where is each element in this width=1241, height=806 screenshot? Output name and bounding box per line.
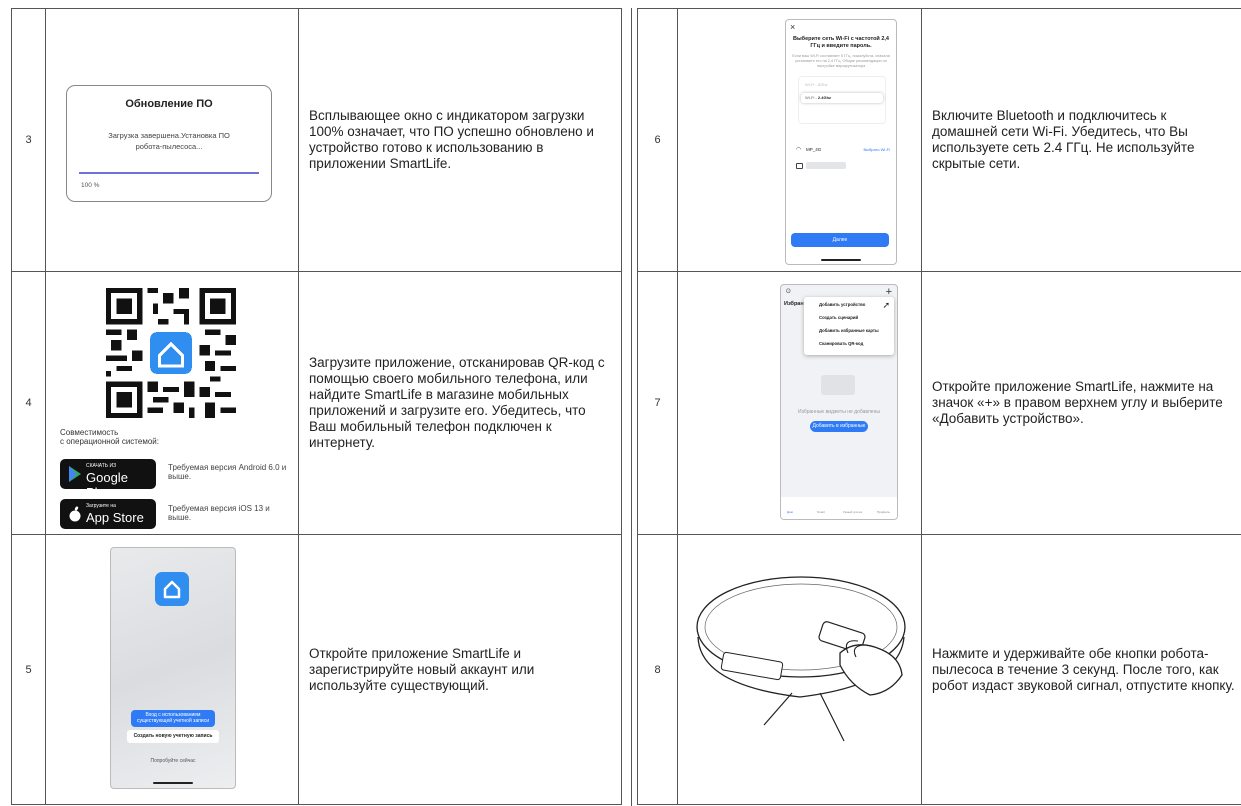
step-image-robot <box>677 534 922 805</box>
phone-home-screen: ʘ + Избранное Добавить устройство Создат… <box>780 284 898 520</box>
compat-text: Совместимость с операционной системой: <box>60 428 159 446</box>
android-requirement: Требуемая версия Android 6.0 и выше. <box>168 463 287 481</box>
popup-message: Загрузка завершена.Установка ПО робота-п… <box>108 131 230 151</box>
login-existing-button[interactable]: Вход с использованием существующей учетн… <box>131 710 215 727</box>
step-number: 4 <box>11 271 46 535</box>
menu-scan-qr[interactable]: Сканировать QR-код <box>819 341 863 346</box>
step-number: 5 <box>11 534 46 805</box>
apple-icon <box>69 506 81 522</box>
home-indicator <box>153 782 193 784</box>
qr-code <box>106 288 236 418</box>
wifi-network-name: MP_4G <box>806 147 822 152</box>
phone-login-screen: Вход с использованием существующей учетн… <box>110 547 236 789</box>
google-play-badge[interactable]: СКАЧАТЬ ИЗ Google Play <box>60 459 156 500</box>
ios-requirement: Требуемая версия iOS 13 и выше. <box>168 504 270 522</box>
user-icon[interactable]: ʘ <box>786 289 791 295</box>
home-indicator <box>821 259 861 261</box>
next-button[interactable]: Далее <box>791 233 889 247</box>
step-number: 6 <box>637 8 678 272</box>
step-description: Нажмите и удерживайте обе кнопки робота-… <box>921 534 1241 805</box>
google-play-icon <box>69 466 81 482</box>
step-description: Откройте приложение SmartLife и зарегист… <box>298 534 622 805</box>
add-menu: Добавить устройство Создать сценарий Доб… <box>804 297 894 355</box>
try-now-link[interactable]: Попробуйте сейчас <box>111 758 235 764</box>
phone-wifi-screen: × Выберите сеть Wi-Fi с частотой 2,4 ГГц… <box>785 19 897 265</box>
tab-home[interactable]: Дом <box>787 510 793 514</box>
tab-smart[interactable]: Smart <box>817 510 825 514</box>
password-field[interactable] <box>806 162 846 169</box>
table-row: 4 Совместимость с операционной системой: <box>11 271 622 535</box>
wifi-icon: ◠ <box>796 147 802 153</box>
app-store-badge[interactable]: Загрузите на App Store <box>60 499 156 529</box>
table-row: 7 ʘ + Избранное Добавить устройство Созд… <box>637 271 1241 535</box>
wifi-24ghz-row: Wi-Fi - 2.4Ghz <box>801 93 883 103</box>
step-image-add-device: ʘ + Избранное Добавить устройство Создат… <box>677 271 922 535</box>
robot-vacuum-illustration <box>696 576 906 742</box>
table-row: 6 × Выберите сеть Wi-Fi с частотой 2,4 Г… <box>637 8 1241 272</box>
wifi-illustration: Wi-Fi - 5Ghz Wi-Fi - 2.4Ghz <box>798 76 886 124</box>
add-favorites-button[interactable]: Добавить в избранные <box>810 421 868 432</box>
step-description: Включите Bluetooth и подключитесь к дома… <box>921 8 1241 272</box>
menu-add-device[interactable]: Добавить устройство <box>819 302 865 307</box>
instructions-table-right: 6 × Выберите сеть Wi-Fi с частотой 2,4 Г… <box>637 8 1241 805</box>
progress-label: 100 % <box>81 182 100 189</box>
wifi-5ghz-row: Wi-Fi - 5Ghz <box>805 82 828 87</box>
empty-favorites-text: Избранные виджеты не добавлены <box>798 409 880 415</box>
choose-wifi-link[interactable]: Выбрать Wi-Fi <box>863 147 890 152</box>
cursor-icon: ➚ <box>882 300 890 310</box>
tab-profile[interactable]: Профиль <box>877 510 890 514</box>
progress-bar <box>79 172 259 174</box>
step-description: Всплывающее окно с индикатором загрузки … <box>298 8 622 272</box>
step-image-update: Обновление ПО Загрузка завершена.Установ… <box>45 8 299 272</box>
step-image-download: Совместимость с операционной системой: С… <box>45 271 299 535</box>
step-description: Загрузите приложение, отсканировав QR-ко… <box>298 271 622 535</box>
update-popup: Обновление ПО Загрузка завершена.Установ… <box>66 85 272 202</box>
page-divider <box>631 8 632 806</box>
empty-box-illustration <box>821 375 855 395</box>
step-number: 7 <box>637 271 678 535</box>
menu-add-cards[interactable]: Добавить избранные карты <box>819 328 879 333</box>
instructions-table-left: 3 Обновление ПО Загрузка завершена.Устан… <box>11 8 622 805</box>
step-description: Откройте приложение SmartLife, нажмите н… <box>921 271 1241 535</box>
wifi-title: Выберите сеть Wi-Fi с частотой 2,4 ГГц и… <box>793 36 889 49</box>
step-number: 3 <box>11 8 46 272</box>
popup-title: Обновление ПО <box>125 98 213 110</box>
table-row: 5 Вход с использованием существующей уче… <box>11 534 622 805</box>
create-account-button[interactable]: Создать новую учетную запись <box>127 730 219 743</box>
wifi-hint: Если ваш Wi-Fi составляет 5 ГГц, пожалуй… <box>792 54 890 68</box>
close-icon[interactable]: × <box>790 22 795 32</box>
table-row: 8 Нажмите и удерживайте обе кнопки робот… <box>637 534 1241 805</box>
step-image-login: Вход с использованием существующей учетн… <box>45 534 299 805</box>
table-row: 3 Обновление ПО Загрузка завершена.Устан… <box>11 8 622 272</box>
menu-create-scene[interactable]: Создать сценарий <box>819 315 858 320</box>
tab-bar: Дом Smart Умный уголок Профиль <box>781 497 897 519</box>
step-number: 8 <box>637 534 678 805</box>
smartlife-app-icon <box>155 572 189 606</box>
tab-corner[interactable]: Умный уголок <box>843 510 862 514</box>
lock-icon <box>796 163 803 169</box>
step-image-wifi: × Выберите сеть Wi-Fi с частотой 2,4 ГГц… <box>677 8 922 272</box>
